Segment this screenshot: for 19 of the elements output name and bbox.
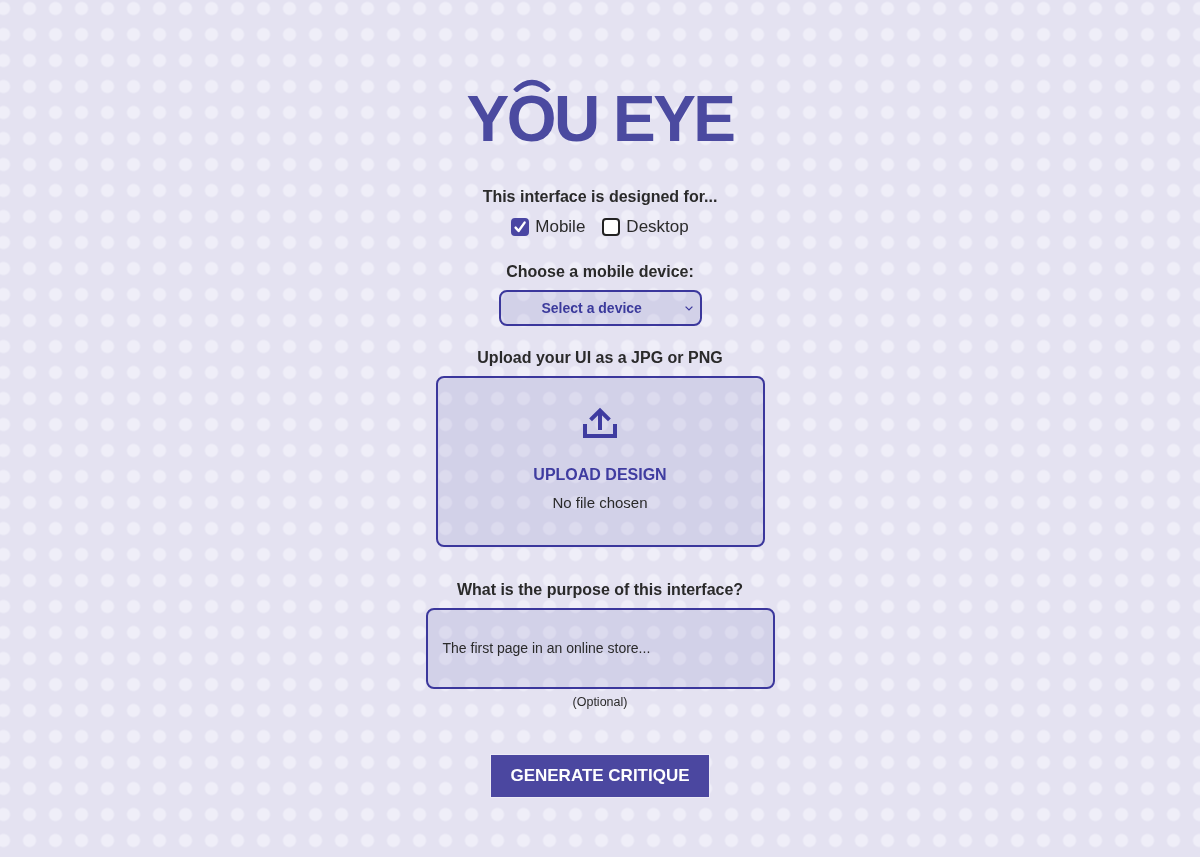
question-label: What is the purpose of this interface?: [456, 580, 744, 600]
question-label: This interface is designed for...: [482, 187, 718, 207]
checkbox[interactable]: [602, 218, 621, 236]
question-label: Choose a mobile device:: [506, 262, 694, 282]
file-status-text: No file chosen: [552, 494, 648, 512]
upload-icon: [582, 405, 618, 439]
checkbox[interactable]: [511, 218, 530, 236]
upload-design-text: UPLOAD DESIGN: [533, 465, 667, 485]
question-label: Upload your UI as a JPG or PNG: [477, 348, 723, 368]
upload-dropzone[interactable]: UPLOAD DESIGN No file chosen: [435, 376, 765, 547]
checkbox-label[interactable]: Mobile: [535, 217, 586, 237]
chevron-down-icon: [684, 305, 693, 311]
purpose-field[interactable]: The first page in an online store...: [425, 608, 775, 689]
optional-note: (Optional): [572, 694, 628, 710]
generate-critique-button[interactable]: GENERATE CRITIQUE: [490, 754, 710, 798]
logo-text: YOU EYE: [466, 87, 734, 151]
logo-arc-icon: [512, 78, 553, 92]
checkbox-label[interactable]: Desktop: [626, 217, 689, 237]
device-select[interactable]: Select a device: [498, 290, 702, 326]
